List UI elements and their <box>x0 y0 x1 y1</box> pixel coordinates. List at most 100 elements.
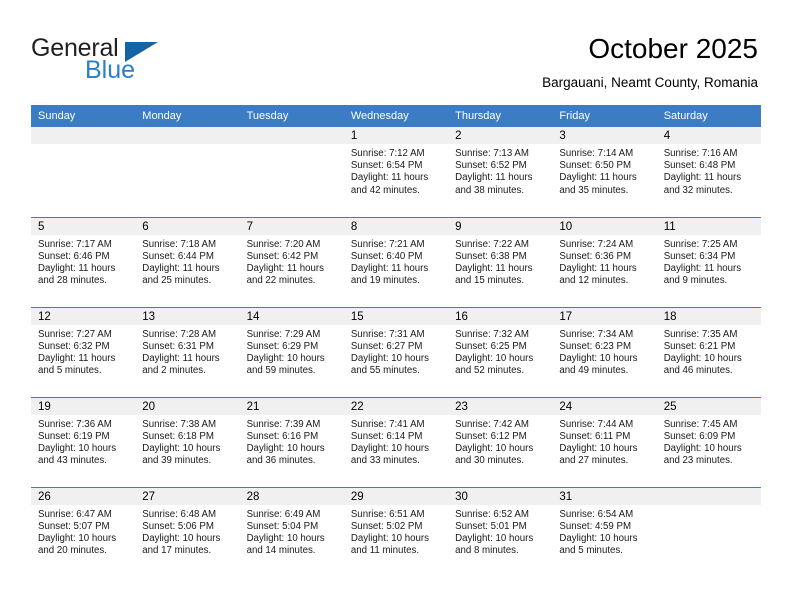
sunrise-text: Sunrise: 7:18 AM <box>142 238 217 250</box>
sunset-text: Sunset: 6:11 PM <box>559 430 631 442</box>
calendar-day-cell[interactable]: 30 Sunrise: 6:52 AM Sunset: 5:01 PM Dayligh… <box>448 486 553 577</box>
calendar-day-cell[interactable]: 22 Sunrise: 7:41 AM Sunset: 6:14 PM Dayligh… <box>343 396 449 487</box>
daylight-text-line1: Daylight: 11 hours <box>350 262 429 274</box>
day-number-band <box>239 127 344 144</box>
sunrise-text: Sunrise: 7:39 AM <box>246 418 321 430</box>
day-number: 2 <box>448 127 553 144</box>
daylight-text-line1: Daylight: 10 hours <box>142 532 221 544</box>
daylight-text-line2: and 9 minutes. <box>663 275 728 287</box>
day-number: 27 <box>135 487 240 505</box>
day-details: Sunrise: 7:12 AM Sunset: 6:54 PM Daylight:… <box>344 144 448 197</box>
title-block: October 2025 Bargauani, Neamt County, Ro… <box>542 32 758 92</box>
calendar-day-cell[interactable]: 4 Sunrise: 7:16 AM Sunset: 6:48 PM Daylight… <box>656 127 761 217</box>
daylight-text-line1: Daylight: 11 hours <box>246 262 324 274</box>
daylight-text-line2: and 5 minutes. <box>559 545 623 557</box>
calendar-week-row: 12 Sunrise: 7:27 AM Sunset: 6:32 PM Dayligh… <box>31 306 761 397</box>
calendar-day-cell[interactable]: 23 Sunrise: 7:42 AM Sunset: 6:12 PM Dayligh… <box>448 396 553 487</box>
sunrise-text: Sunrise: 7:41 AM <box>350 418 425 430</box>
calendar-day-cell[interactable]: 9 Sunrise: 7:22 AM Sunset: 6:38 PM Daylight… <box>448 216 553 307</box>
calendar-day-cell[interactable]: 29 Sunrise: 6:51 AM Sunset: 5:02 PM Dayligh… <box>343 486 449 577</box>
calendar-day-cell[interactable]: 7 Sunrise: 7:20 AM Sunset: 6:42 PM Daylight… <box>239 216 344 307</box>
sunset-text: Sunset: 6:19 PM <box>38 430 110 442</box>
daylight-text-line1: Daylight: 11 hours <box>142 262 220 274</box>
day-number: 17 <box>552 307 657 325</box>
sunset-text: Sunset: 6:09 PM <box>663 430 736 442</box>
day-number: 20 <box>135 397 240 415</box>
calendar-day-cell[interactable]: 2 Sunrise: 7:13 AM Sunset: 6:52 PM Daylight… <box>448 127 553 217</box>
daylight-text-line2: and 11 minutes. <box>350 545 420 557</box>
calendar-week-row: 19 Sunrise: 7:36 AM Sunset: 6:19 PM Dayligh… <box>31 396 761 487</box>
sunset-text: Sunset: 6:21 PM <box>663 340 736 352</box>
calendar-day-cell[interactable]: 26 Sunrise: 6:47 AM Sunset: 5:07 PM Dayligh… <box>31 486 136 577</box>
daylight-text-line2: and 35 minutes. <box>559 184 629 196</box>
general-blue-logo[interactable]: General Blue <box>31 36 158 83</box>
sunset-text: Sunset: 6:34 PM <box>663 250 736 262</box>
day-number: 23 <box>448 397 553 415</box>
sunrise-text: Sunrise: 7:16 AM <box>663 148 738 159</box>
calendar-day-cell[interactable]: 27 Sunrise: 6:48 AM Sunset: 5:06 PM Dayligh… <box>135 486 240 577</box>
sunrise-text: Sunrise: 7:31 AM <box>350 328 425 340</box>
calendar-day-cell[interactable]: 1 Sunrise: 7:12 AM Sunset: 6:54 PM Daylight… <box>343 127 449 217</box>
calendar-day-cell[interactable]: 20 Sunrise: 7:38 AM Sunset: 6:18 PM Dayligh… <box>135 396 240 487</box>
sunrise-text: Sunrise: 7:17 AM <box>38 238 112 250</box>
weekday-header-tuesday: Tuesday <box>239 105 344 127</box>
calendar-day-cell[interactable]: 15 Sunrise: 7:31 AM Sunset: 6:27 PM Dayligh… <box>343 306 449 397</box>
calendar-day-cell[interactable]: 5 Sunrise: 7:17 AM Sunset: 6:46 PM Daylight… <box>31 216 136 307</box>
daylight-text-line1: Daylight: 10 hours <box>350 352 429 364</box>
calendar-day-cell[interactable]: 25 Sunrise: 7:45 AM Sunset: 6:09 PM Dayligh… <box>656 396 761 487</box>
calendar-day-cell[interactable]: 6 Sunrise: 7:18 AM Sunset: 6:44 PM Daylight… <box>135 216 240 307</box>
calendar-day-cell-empty <box>656 486 761 577</box>
day-details: Sunrise: 7:22 AM Sunset: 6:38 PM Daylight:… <box>448 235 552 288</box>
daylight-text-line2: and 2 minutes. <box>142 365 206 377</box>
day-details: Sunrise: 7:20 AM Sunset: 6:42 PM Daylight:… <box>240 235 344 288</box>
daylight-text-line1: Daylight: 10 hours <box>455 442 534 454</box>
calendar-day-cell[interactable]: 28 Sunrise: 6:49 AM Sunset: 5:04 PM Dayligh… <box>239 486 344 577</box>
daylight-text-line2: and 19 minutes. <box>350 275 420 287</box>
sunset-text: Sunset: 5:07 PM <box>38 520 110 532</box>
day-number: 25 <box>656 397 761 415</box>
day-number: 14 <box>239 307 344 325</box>
daylight-text-line1: Daylight: 11 hours <box>38 262 116 274</box>
daylight-text-line2: and 55 minutes. <box>350 365 420 377</box>
calendar-day-cell[interactable]: 24 Sunrise: 7:44 AM Sunset: 6:11 PM Dayligh… <box>552 396 657 487</box>
daylight-text-line2: and 5 minutes. <box>38 365 102 377</box>
sunrise-text: Sunrise: 6:49 AM <box>246 508 321 520</box>
calendar-day-cell[interactable]: 3 Sunrise: 7:14 AM Sunset: 6:50 PM Daylight… <box>552 127 657 217</box>
calendar-day-cell[interactable]: 11 Sunrise: 7:25 AM Sunset: 6:34 PM Dayligh… <box>656 216 761 307</box>
sunset-text: Sunset: 6:31 PM <box>142 340 214 352</box>
calendar-day-cell[interactable]: 14 Sunrise: 7:29 AM Sunset: 6:29 PM Dayligh… <box>239 306 344 397</box>
calendar-day-cell[interactable]: 10 Sunrise: 7:24 AM Sunset: 6:36 PM Dayligh… <box>552 216 657 307</box>
day-number: 3 <box>552 127 657 144</box>
day-number: 7 <box>239 217 344 235</box>
sunrise-text: Sunrise: 7:13 AM <box>455 148 529 159</box>
calendar-day-cell[interactable]: 16 Sunrise: 7:32 AM Sunset: 6:25 PM Dayligh… <box>448 306 553 397</box>
calendar-day-cell[interactable]: 12 Sunrise: 7:27 AM Sunset: 6:32 PM Dayligh… <box>31 306 136 397</box>
daylight-text-line1: Daylight: 10 hours <box>350 442 429 454</box>
calendar-day-cell[interactable]: 21 Sunrise: 7:39 AM Sunset: 6:16 PM Dayligh… <box>239 396 344 487</box>
day-number: 31 <box>552 487 657 505</box>
day-details: Sunrise: 6:49 AM Sunset: 5:04 PM Daylight:… <box>240 505 344 558</box>
day-number: 12 <box>31 307 136 325</box>
daylight-text-line1: Daylight: 11 hours <box>455 262 533 274</box>
daylight-text-line1: Daylight: 11 hours <box>350 172 429 184</box>
calendar-day-cell[interactable]: 13 Sunrise: 7:28 AM Sunset: 6:31 PM Dayligh… <box>135 306 240 397</box>
sunrise-text: Sunrise: 6:51 AM <box>350 508 425 520</box>
daylight-text-line2: and 17 minutes. <box>142 545 212 557</box>
daylight-text-line2: and 22 minutes. <box>246 275 316 287</box>
calendar-day-cell[interactable]: 17 Sunrise: 7:34 AM Sunset: 6:23 PM Dayligh… <box>552 306 657 397</box>
weekday-header-saturday: Saturday <box>656 105 761 127</box>
calendar-day-cell[interactable]: 8 Sunrise: 7:21 AM Sunset: 6:40 PM Daylight… <box>343 216 449 307</box>
day-number-band <box>31 127 136 144</box>
daylight-text-line1: Daylight: 11 hours <box>663 172 742 184</box>
calendar-week-row: 1 Sunrise: 7:12 AM Sunset: 6:54 PM Daylight… <box>31 127 761 217</box>
calendar-day-cell[interactable]: 18 Sunrise: 7:35 AM Sunset: 6:21 PM Dayligh… <box>656 306 761 397</box>
sunrise-text: Sunrise: 7:12 AM <box>350 148 425 159</box>
day-details: Sunrise: 6:54 AM Sunset: 4:59 PM Daylight:… <box>552 505 656 558</box>
sunset-text: Sunset: 6:48 PM <box>663 160 736 172</box>
daylight-text-line1: Daylight: 10 hours <box>559 532 638 544</box>
calendar-day-cell[interactable]: 31 Sunrise: 6:54 AM Sunset: 4:59 PM Dayligh… <box>552 486 657 577</box>
day-number: 15 <box>343 307 449 325</box>
day-details: Sunrise: 7:18 AM Sunset: 6:44 PM Daylight:… <box>135 235 239 288</box>
calendar-day-cell[interactable]: 19 Sunrise: 7:36 AM Sunset: 6:19 PM Dayligh… <box>31 396 136 487</box>
sunrise-text: Sunrise: 7:29 AM <box>246 328 321 340</box>
